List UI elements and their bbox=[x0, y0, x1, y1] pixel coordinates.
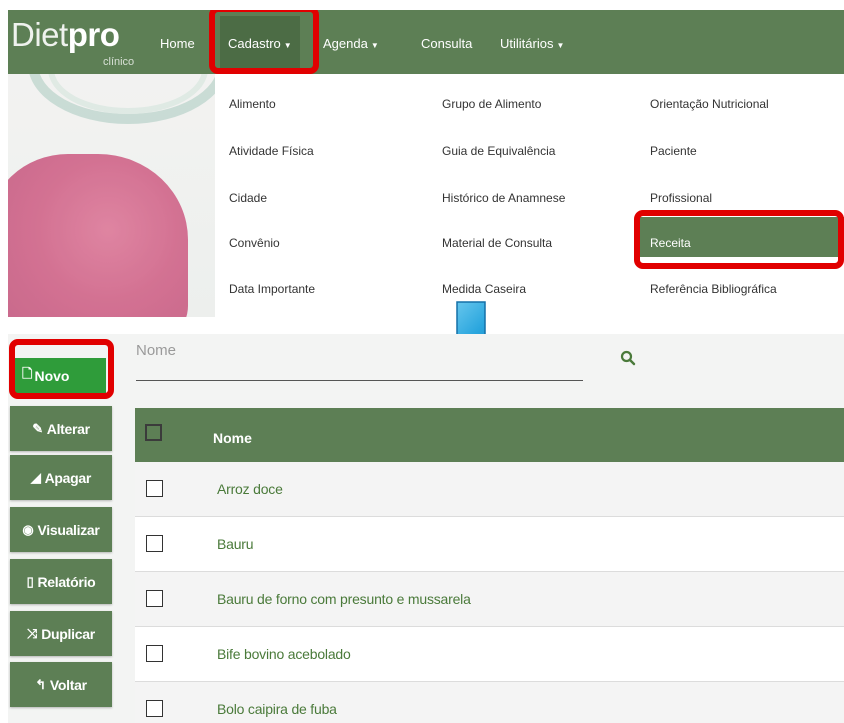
eye-icon: ◉ bbox=[22, 521, 34, 537]
row-checkbox[interactable] bbox=[146, 590, 163, 607]
recipe-name: Bolo caipira de fuba bbox=[217, 701, 337, 717]
duplicar-button[interactable]: ⤨ Duplicar bbox=[10, 611, 112, 656]
caret-down-icon: ▼ bbox=[556, 41, 565, 50]
search-icon[interactable] bbox=[620, 350, 636, 366]
nav-utilitarios-label: Utilitários bbox=[500, 36, 554, 51]
nav-utilitarios[interactable]: Utilitários ▼ bbox=[500, 10, 564, 74]
nav-home[interactable]: Home bbox=[160, 10, 195, 74]
nav-consulta-label: Consulta bbox=[421, 36, 473, 51]
menu-item-material-de-consulta[interactable]: Material de Consulta bbox=[442, 236, 552, 250]
recipe-name: Bife bovino acebolado bbox=[217, 646, 351, 662]
apagar-label: Apagar bbox=[44, 469, 92, 486]
search-label: Nome bbox=[136, 342, 177, 359]
cadastro-dropdown-menu: Alimento Atividade Física Cidade Convêni… bbox=[215, 74, 844, 317]
menu-item-medida-caseira[interactable]: Medida Caseira bbox=[442, 282, 526, 296]
nav-consulta[interactable]: Consulta bbox=[421, 10, 472, 74]
caret-down-icon: ▼ bbox=[370, 41, 379, 50]
menu-item-profissional[interactable]: Profissional bbox=[650, 191, 712, 205]
nav-agenda[interactable]: Agenda ▼ bbox=[323, 10, 379, 74]
relatorio-label: Relatório bbox=[37, 573, 96, 590]
table-row[interactable]: Bolo caipira de fuba bbox=[135, 682, 844, 723]
recipe-name: Bauru bbox=[217, 536, 254, 552]
menu-item-historico-de-anamnese[interactable]: Histórico de Anamnese bbox=[442, 191, 565, 205]
select-all-checkbox[interactable] bbox=[145, 424, 162, 441]
shuffle-icon: ⤨ bbox=[27, 625, 38, 641]
bottom-screenshot: ✎ Alterar ◢ Apagar ◉ Visualizar ▯ Relató… bbox=[8, 334, 844, 723]
row-checkbox[interactable] bbox=[146, 535, 163, 552]
table-row[interactable]: Bife bovino acebolado bbox=[135, 627, 844, 682]
duplicar-label: Duplicar bbox=[41, 625, 95, 642]
menu-item-convenio[interactable]: Convênio bbox=[229, 236, 280, 250]
table-header: Nome bbox=[135, 408, 844, 462]
row-checkbox[interactable] bbox=[146, 645, 163, 662]
visualizar-button[interactable]: ◉ Visualizar bbox=[10, 507, 112, 552]
menu-item-data-importante[interactable]: Data Importante bbox=[229, 282, 315, 296]
logo[interactable]: Dietpro clínico bbox=[11, 16, 134, 68]
menu-item-alimento[interactable]: Alimento bbox=[229, 97, 276, 111]
menu-item-orientacao-nutricional[interactable]: Orientação Nutricional bbox=[650, 97, 769, 111]
table-row[interactable]: Bauru bbox=[135, 517, 844, 572]
menu-item-atividade-fisica[interactable]: Atividade Física bbox=[229, 144, 314, 158]
column-header-nome: Nome bbox=[213, 430, 252, 446]
table-row[interactable]: Arroz doce bbox=[135, 462, 844, 517]
voltar-button[interactable]: ↰ Voltar bbox=[10, 662, 112, 707]
menu-item-cidade[interactable]: Cidade bbox=[229, 191, 267, 205]
row-checkbox[interactable] bbox=[146, 480, 163, 497]
highlight-receita bbox=[634, 210, 844, 269]
eraser-icon: ◢ bbox=[30, 469, 41, 485]
recipe-name: Bauru de forno com presunto e mussarela bbox=[217, 591, 471, 607]
nav-home-label: Home bbox=[160, 36, 195, 51]
table-row[interactable]: Bauru de forno com presunto e mussarela bbox=[135, 572, 844, 627]
alterar-label: Alterar bbox=[46, 420, 90, 437]
logo-subtitle: clínico bbox=[103, 56, 135, 68]
search-input[interactable] bbox=[136, 380, 583, 381]
edit-icon: ✎ bbox=[32, 420, 43, 436]
alterar-button[interactable]: ✎ Alterar bbox=[10, 406, 112, 451]
highlight-novo bbox=[9, 339, 114, 399]
photo-overlay bbox=[8, 74, 215, 317]
visualizar-label: Visualizar bbox=[37, 521, 100, 538]
logo-diet-text: Diet bbox=[11, 16, 68, 53]
top-screenshot: Dietpro clínico Home Cadastro ▼ Agenda ▼ C… bbox=[8, 10, 844, 317]
back-arrow-icon: ↰ bbox=[35, 676, 46, 692]
row-checkbox[interactable] bbox=[146, 700, 163, 717]
menu-item-paciente[interactable]: Paciente bbox=[650, 144, 697, 158]
pdf-icon: ▯ bbox=[26, 573, 34, 589]
highlight-cadastro bbox=[209, 10, 319, 74]
background-photo bbox=[8, 74, 215, 317]
menu-item-referencia-bibliografica[interactable]: Referência Bibliográfica bbox=[650, 282, 777, 296]
nav-agenda-label: Agenda bbox=[323, 36, 368, 51]
apagar-button[interactable]: ◢ Apagar bbox=[10, 455, 112, 500]
logo-pro-text: pro bbox=[67, 16, 120, 53]
recipe-name: Arroz doce bbox=[217, 481, 283, 497]
menu-item-guia-de-equivalencia[interactable]: Guia de Equivalência bbox=[442, 144, 555, 158]
voltar-label: Voltar bbox=[49, 676, 87, 693]
menu-item-grupo-de-alimento[interactable]: Grupo de Alimento bbox=[442, 97, 541, 111]
relatorio-button[interactable]: ▯ Relatório bbox=[10, 559, 112, 604]
navbar: Dietpro clínico Home Cadastro ▼ Agenda ▼ C… bbox=[8, 10, 844, 74]
